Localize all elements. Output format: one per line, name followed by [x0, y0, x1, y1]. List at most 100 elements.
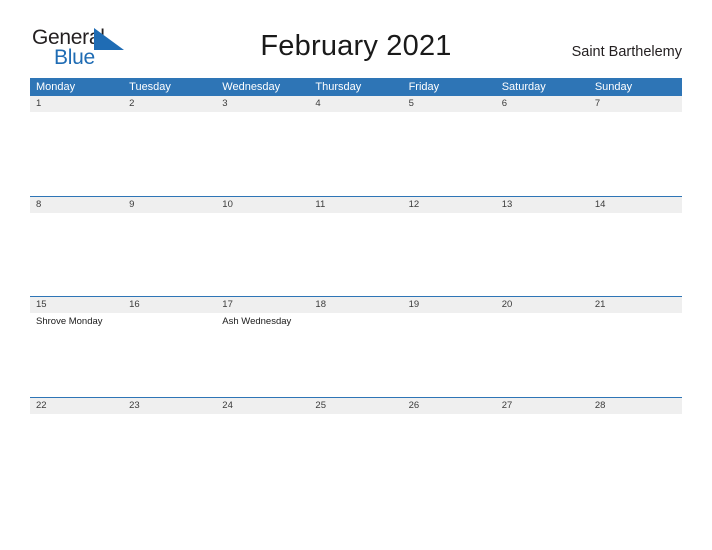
- day-event-cell[interactable]: [496, 213, 589, 295]
- day-event-cell[interactable]: [403, 414, 496, 496]
- day-cell[interactable]: 17: [216, 297, 309, 313]
- weekday-header-row: Monday Tuesday Wednesday Thursday Friday…: [30, 78, 682, 96]
- weekday-header-wednesday: Wednesday: [222, 81, 281, 93]
- day-events-band: [30, 112, 682, 194]
- day-cell[interactable]: 4: [309, 96, 402, 112]
- day-cell[interactable]: 3: [216, 96, 309, 112]
- day-cell[interactable]: 10: [216, 197, 309, 213]
- calendar-week-row: 1 2 3 4 5 6 7: [30, 96, 682, 196]
- day-event-cell[interactable]: [589, 313, 682, 395]
- day-number: 18: [315, 299, 326, 310]
- day-event-cell[interactable]: [496, 313, 589, 395]
- day-cell[interactable]: 11: [309, 197, 402, 213]
- day-event-cell[interactable]: [216, 414, 309, 496]
- day-cell[interactable]: 14: [589, 197, 682, 213]
- day-number: 28: [594, 399, 606, 411]
- calendar-page: General Blue February 2021 Saint Barthel…: [0, 0, 712, 550]
- day-event-cell[interactable]: [309, 112, 402, 194]
- day-number: 26: [408, 399, 420, 411]
- day-event-label: Ash Wednesday: [222, 316, 292, 327]
- day-event-cell[interactable]: [309, 414, 402, 496]
- day-event-cell[interactable]: [216, 213, 309, 295]
- day-number: 3: [222, 98, 228, 109]
- day-number: 16: [129, 299, 140, 310]
- day-cell[interactable]: 23: [123, 398, 216, 414]
- day-cell[interactable]: 12: [403, 197, 496, 213]
- day-number: 13: [501, 198, 513, 210]
- weekday-header-thursday: Thursday: [315, 81, 362, 93]
- day-cell[interactable]: 21: [589, 297, 682, 313]
- day-cell[interactable]: 20: [496, 297, 589, 313]
- day-event-cell[interactable]: [123, 313, 216, 395]
- day-number: 14: [594, 198, 606, 210]
- day-number: 20: [501, 299, 513, 310]
- day-number: 8: [36, 198, 42, 210]
- day-event-cell[interactable]: [30, 213, 123, 295]
- day-events-band: Shrove Monday Ash Wednesday: [30, 313, 682, 395]
- day-event-cell[interactable]: [123, 112, 216, 194]
- day-event-cell[interactable]: [403, 313, 496, 395]
- day-event-cell[interactable]: [403, 112, 496, 194]
- day-cell[interactable]: 28: [589, 398, 682, 414]
- day-cell[interactable]: 15: [30, 297, 123, 313]
- day-cell[interactable]: 26: [403, 398, 496, 414]
- day-event-cell[interactable]: [496, 414, 589, 496]
- day-event-cell[interactable]: Ash Wednesday: [216, 313, 309, 395]
- day-cell[interactable]: 8: [30, 197, 123, 213]
- day-event-cell[interactable]: [216, 112, 309, 194]
- day-event-cell[interactable]: [403, 213, 496, 295]
- day-cell[interactable]: 6: [496, 96, 589, 112]
- day-event-cell[interactable]: [123, 213, 216, 295]
- day-cell[interactable]: 25: [309, 398, 402, 414]
- day-number: 11: [315, 198, 326, 210]
- day-number: 25: [315, 399, 326, 411]
- day-number: 2: [129, 98, 135, 109]
- day-cell[interactable]: 19: [403, 297, 496, 313]
- day-event-cell[interactable]: [589, 112, 682, 194]
- calendar-grid: Monday Tuesday Wednesday Thursday Friday…: [30, 78, 682, 497]
- day-number: 1: [36, 98, 42, 109]
- day-cell[interactable]: 7: [589, 96, 682, 112]
- day-number: 27: [501, 399, 513, 411]
- day-number: 24: [222, 399, 233, 411]
- day-number-band: 15 16 17 18 19 20 21: [30, 297, 682, 313]
- day-number-band: 8 9 10 11 12 13 14: [30, 196, 682, 213]
- weekday-header-sunday: Sunday: [594, 81, 633, 93]
- page-header: General Blue February 2021 Saint Barthel…: [0, 0, 712, 76]
- day-cell[interactable]: 2: [123, 96, 216, 112]
- day-number-band: 22 23 24 25 26 27 28: [30, 397, 682, 414]
- day-number: 15: [36, 299, 47, 310]
- weekday-header-saturday: Saturday: [501, 81, 546, 93]
- day-event-cell[interactable]: [123, 414, 216, 496]
- day-cell[interactable]: 16: [123, 297, 216, 313]
- calendar-weeks: 1 2 3 4 5 6 7 8 9 10 11 12 13 14 15 16 17 18 19 20 21 Shrove …: [30, 96, 682, 497]
- day-event-cell[interactable]: Shrove Monday: [30, 313, 123, 395]
- day-number: 10: [222, 198, 233, 210]
- day-events-band: [30, 212, 682, 295]
- day-number: 5: [408, 98, 414, 109]
- day-cell[interactable]: 1: [30, 96, 123, 112]
- day-cell[interactable]: 18: [309, 297, 402, 313]
- day-event-label: Shrove Monday: [36, 316, 103, 327]
- day-cell[interactable]: 27: [496, 398, 589, 414]
- day-cell[interactable]: 22: [30, 398, 123, 414]
- day-event-cell[interactable]: [309, 313, 402, 395]
- day-cell[interactable]: 9: [123, 197, 216, 213]
- day-event-cell[interactable]: [30, 414, 123, 496]
- day-event-cell[interactable]: [30, 112, 123, 194]
- day-cell[interactable]: 5: [403, 96, 496, 112]
- day-event-cell[interactable]: [589, 414, 682, 496]
- day-number: 21: [594, 299, 606, 310]
- calendar-location: Saint Barthelemy: [571, 44, 682, 60]
- day-event-cell[interactable]: [496, 112, 589, 194]
- day-event-cell[interactable]: [589, 213, 682, 295]
- calendar-week-row: 8 9 10 11 12 13 14: [30, 195, 682, 296]
- day-cell[interactable]: 13: [496, 197, 589, 213]
- day-number-band: 1 2 3 4 5 6 7: [30, 96, 682, 112]
- day-cell[interactable]: 24: [216, 398, 309, 414]
- day-event-cell[interactable]: [309, 213, 402, 295]
- day-events-band: [30, 413, 682, 496]
- weekday-header-tuesday: Tuesday: [129, 81, 171, 93]
- day-number: 12: [408, 198, 420, 210]
- day-number: 7: [594, 98, 601, 109]
